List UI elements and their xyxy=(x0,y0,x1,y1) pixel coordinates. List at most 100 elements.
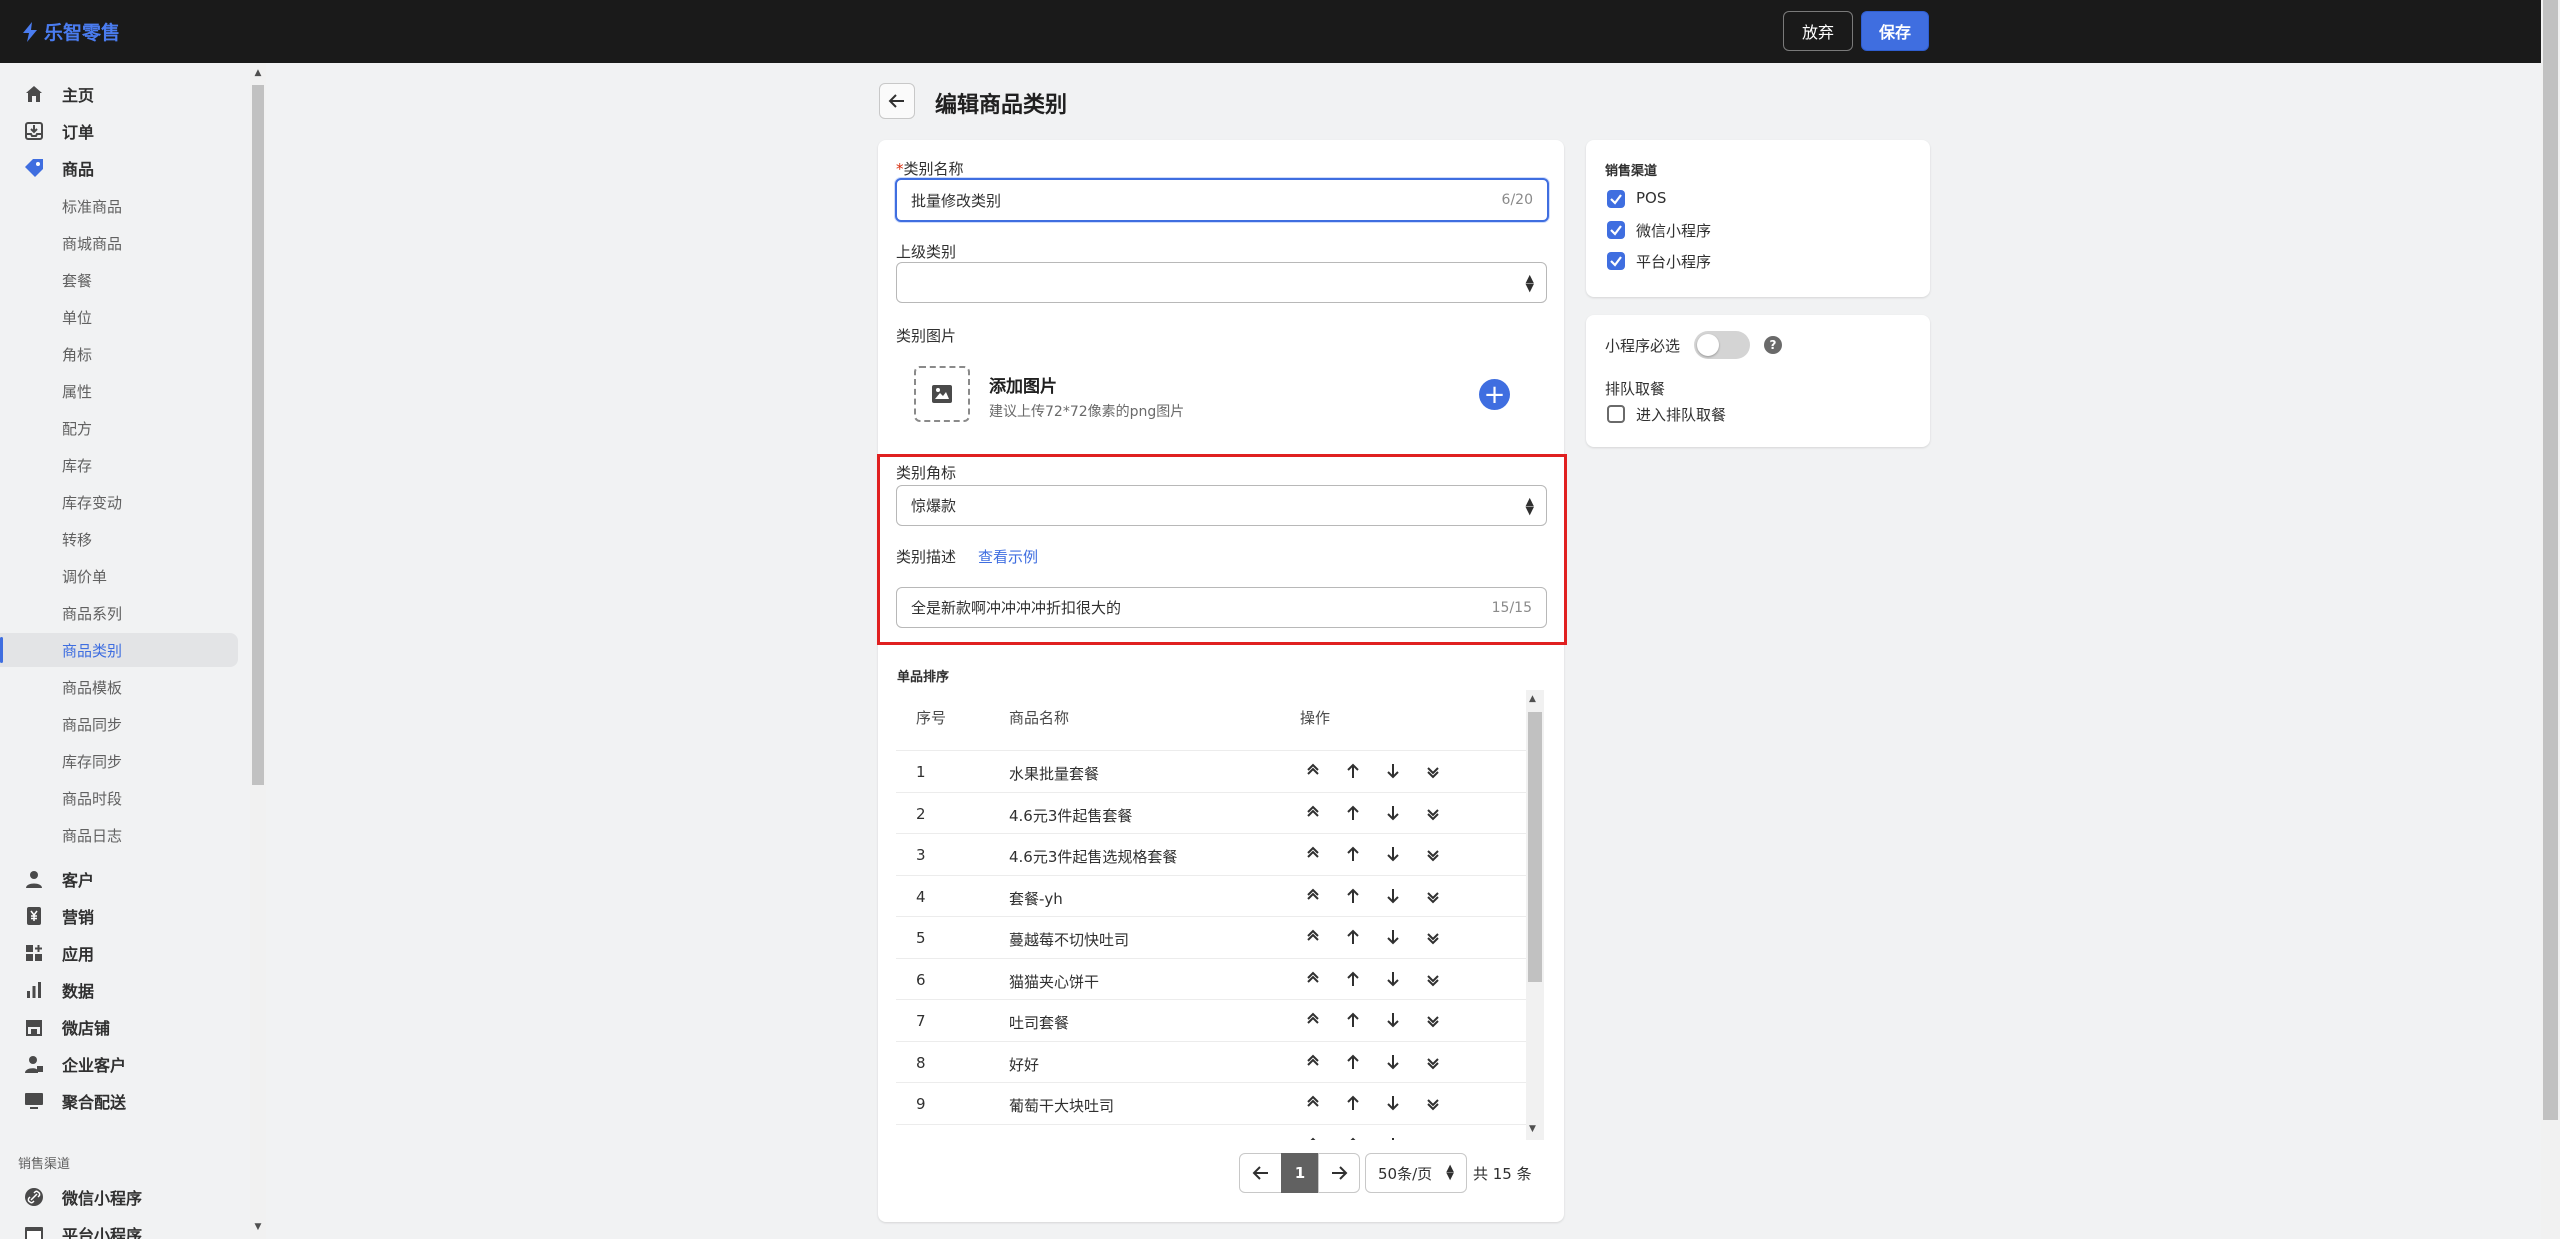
parent-category-select[interactable]: ▲ ▼ xyxy=(896,262,1547,303)
sidebar-scroll-down-icon[interactable]: ▼ xyxy=(252,1221,264,1233)
down-button[interactable] xyxy=(1381,1050,1405,1074)
down-button[interactable] xyxy=(1381,967,1405,991)
table-scroll-down-icon[interactable]: ▼ xyxy=(1529,1124,1536,1134)
bottom-button[interactable] xyxy=(1421,925,1445,949)
image-upload-box[interactable] xyxy=(914,366,970,422)
add-image-plus-button[interactable]: + xyxy=(1479,379,1510,410)
sidebar-item-aggregate-delivery[interactable]: 聚合配送 xyxy=(0,1083,240,1119)
sidebar-sub-units[interactable]: 单位 xyxy=(0,300,238,334)
down-button[interactable] xyxy=(1381,1091,1405,1115)
sidebar-sub-inventory-changes[interactable]: 库存变动 xyxy=(0,485,238,519)
page-size-select[interactable]: 50条/页 ▲ ▼ xyxy=(1365,1153,1467,1193)
down-button[interactable] xyxy=(1381,842,1405,866)
view-example-link[interactable]: 查看示例 xyxy=(978,546,1038,567)
queue-pickup-checkbox[interactable] xyxy=(1607,405,1625,423)
channel-option-label[interactable]: POS xyxy=(1636,189,1666,207)
sidebar-sub-price-adjust[interactable]: 调价单 xyxy=(0,559,238,593)
bottom-button[interactable] xyxy=(1421,759,1445,783)
row-actions xyxy=(1301,801,1445,825)
queue-pickup-option-label[interactable]: 进入排队取餐 xyxy=(1636,404,1726,425)
bottom-button[interactable] xyxy=(1421,967,1445,991)
sidebar-item-customers[interactable]: 客户 xyxy=(0,861,240,897)
sidebar-sub-attributes[interactable]: 属性 xyxy=(0,374,238,408)
down-button[interactable] xyxy=(1381,801,1405,825)
sidebar-item-apps[interactable]: 应用 xyxy=(0,935,240,971)
down-button[interactable] xyxy=(1381,759,1405,783)
next-page-button[interactable] xyxy=(1318,1153,1360,1193)
sidebar-sub-inventory[interactable]: 库存 xyxy=(0,448,238,482)
sidebar-scroll-up-icon[interactable]: ▲ xyxy=(252,67,264,79)
bottom-button[interactable] xyxy=(1421,1050,1445,1074)
sidebar-sub-mall-products[interactable]: 商城商品 xyxy=(0,226,238,260)
top-button[interactable] xyxy=(1301,967,1325,991)
down-button[interactable] xyxy=(1381,884,1405,908)
up-button[interactable] xyxy=(1341,1050,1365,1074)
channel-checkbox[interactable] xyxy=(1607,252,1625,270)
top-button[interactable] xyxy=(1301,925,1325,949)
top-button[interactable] xyxy=(1301,801,1325,825)
top-button[interactable] xyxy=(1301,759,1325,783)
prev-page-button[interactable] xyxy=(1239,1153,1282,1193)
sidebar-sub-product-timeslots[interactable]: 商品时段 xyxy=(0,781,238,815)
current-page-button[interactable]: 1 xyxy=(1281,1153,1319,1193)
sidebar-sub-product-template[interactable]: 商品模板 xyxy=(0,670,238,704)
apps-grid-icon xyxy=(23,942,45,964)
bottom-button[interactable] xyxy=(1421,842,1445,866)
sidebar-sub-product-log[interactable]: 商品日志 xyxy=(0,818,238,852)
channel-option-label[interactable]: 平台小程序 xyxy=(1636,251,1711,272)
bottom-button[interactable] xyxy=(1421,1091,1445,1115)
down-button[interactable] xyxy=(1381,925,1405,949)
sidebar-item-platform-miniprogram[interactable]: 平台小程序 xyxy=(0,1216,240,1239)
table-scroll-up-icon[interactable]: ▲ xyxy=(1529,694,1536,704)
sidebar-item-marketing[interactable]: 营销 xyxy=(0,898,240,934)
channel-checkbox[interactable] xyxy=(1607,190,1625,208)
bottom-button[interactable] xyxy=(1421,884,1445,908)
category-description-input[interactable]: 全是新款啊冲冲冲冲折扣很大的 15/15 xyxy=(896,587,1547,628)
down-button[interactable] xyxy=(1381,1008,1405,1032)
sidebar-sub-product-series[interactable]: 商品系列 xyxy=(0,596,238,630)
sidebar-item-data[interactable]: 数据 xyxy=(0,972,240,1008)
page-scrollbar-thumb[interactable] xyxy=(2543,0,2558,1120)
sidebar-sub-recipes[interactable]: 配方 xyxy=(0,411,238,445)
sidebar-sub-transfer[interactable]: 转移 xyxy=(0,522,238,556)
up-button[interactable] xyxy=(1341,759,1365,783)
top-button[interactable] xyxy=(1301,1091,1325,1115)
sidebar-item-orders[interactable]: 订单 xyxy=(0,113,240,149)
up-button[interactable] xyxy=(1341,884,1365,908)
bottom-button[interactable] xyxy=(1421,1008,1445,1032)
up-button[interactable] xyxy=(1341,967,1365,991)
category-name-input[interactable]: 批量修改类别 6/20 xyxy=(895,178,1549,222)
sidebar-item-micro-store[interactable]: 微店铺 xyxy=(0,1009,240,1045)
up-button[interactable] xyxy=(1341,801,1365,825)
sidebar-scrollbar-thumb[interactable] xyxy=(252,85,264,785)
sidebar-item-enterprise-customers[interactable]: 企业客户 xyxy=(0,1046,240,1082)
save-button[interactable]: 保存 xyxy=(1861,11,1929,51)
sidebar-sub-badges[interactable]: 角标 xyxy=(0,337,238,371)
bottom-button[interactable] xyxy=(1421,801,1445,825)
sidebar-sub-product-sync[interactable]: 商品同步 xyxy=(0,707,238,741)
top-button[interactable] xyxy=(1301,884,1325,908)
back-button[interactable] xyxy=(879,83,915,119)
channel-option-label[interactable]: 微信小程序 xyxy=(1636,220,1711,241)
sidebar-item-home[interactable]: 主页 xyxy=(0,76,240,112)
channel-checkbox[interactable] xyxy=(1607,221,1625,239)
sidebar-item-wechat-miniprogram[interactable]: 微信小程序 xyxy=(0,1179,240,1215)
sidebar-sub-inventory-sync[interactable]: 库存同步 xyxy=(0,744,238,778)
up-button[interactable] xyxy=(1341,1091,1365,1115)
table-scrollbar-thumb[interactable] xyxy=(1528,712,1542,982)
up-button[interactable] xyxy=(1341,842,1365,866)
top-button[interactable] xyxy=(1301,1008,1325,1032)
up-button[interactable] xyxy=(1341,1008,1365,1032)
top-button[interactable] xyxy=(1301,842,1325,866)
miniprogram-required-toggle[interactable] xyxy=(1694,331,1750,359)
discard-button[interactable]: 放弃 xyxy=(1783,11,1853,51)
top-button[interactable] xyxy=(1301,1050,1325,1074)
sidebar-sub-product-category[interactable]: 商品类别 xyxy=(0,633,238,667)
sidebar-sub-standard-products[interactable]: 标准商品 xyxy=(0,189,238,223)
sidebar-item-products[interactable]: 商品 xyxy=(0,150,240,186)
sidebar-sub-packages[interactable]: 套餐 xyxy=(0,263,238,297)
app-logo[interactable]: 乐智零售 xyxy=(20,18,120,45)
help-question-icon[interactable]: ? xyxy=(1764,336,1782,354)
up-button[interactable] xyxy=(1341,925,1365,949)
category-badge-select[interactable]: 惊爆款 ▲ ▼ xyxy=(896,485,1547,526)
